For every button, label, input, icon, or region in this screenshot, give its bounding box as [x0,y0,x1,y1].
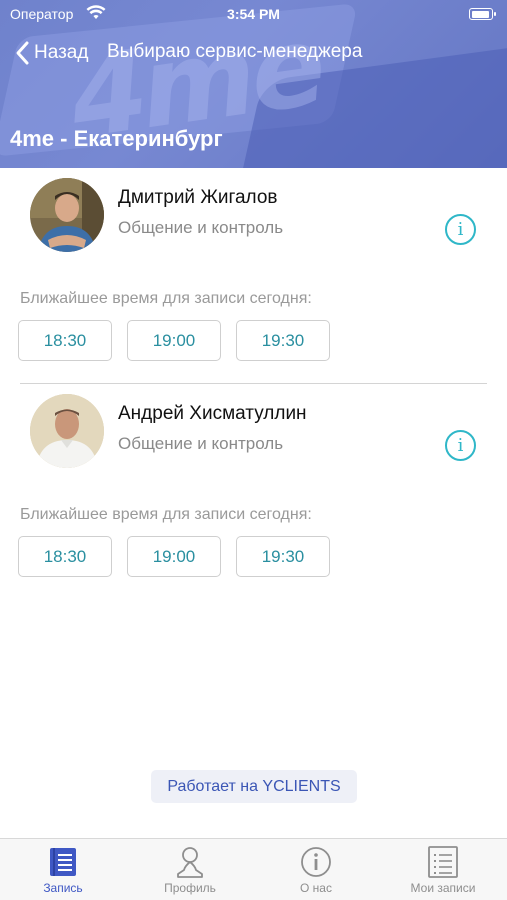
time-slot[interactable]: 19:00 [127,536,221,577]
list-icon [428,846,458,878]
avatar [30,178,104,252]
battery-icon [469,8,496,20]
book-icon [50,848,76,876]
back-label: Назад [34,42,89,63]
tab-label: Мои записи [410,881,476,895]
tab-booking[interactable]: Запись [0,839,126,900]
staff-role: Общение и контроль [118,218,284,237]
back-button[interactable]: Назад [14,38,88,68]
slots-caption: Ближайшее время для записи сегодня: [20,506,312,523]
time-slot[interactable]: 19:00 [127,320,221,361]
header-banner: 4me Оператор 3:54 PM Назад Выбираю серви… [0,0,507,168]
tab-profile[interactable]: Профиль [127,839,253,900]
staff-name: Дмитрий Жигалов [118,187,278,208]
slots-caption: Ближайшее время для записи сегодня: [20,290,312,307]
tab-label: Запись [43,881,83,895]
time-slot[interactable]: 18:30 [18,320,112,361]
person-icon [177,847,203,878]
info-icon[interactable]: i [445,430,476,461]
tab-label: О нас [300,881,332,895]
staff-card[interactable]: Дмитрий Жигалов Общение и контроль i Бли… [0,168,507,384]
tab-label: Профиль [164,881,216,895]
time-slot[interactable]: 19:30 [236,536,330,577]
staff-photo [30,178,104,252]
page-title: Выбираю сервис-менеджера [107,41,363,62]
time-slot[interactable]: 18:30 [18,536,112,577]
tab-about[interactable]: О нас [253,839,379,900]
avatar [30,394,104,468]
tab-my-bookings[interactable]: Мои записи [380,839,506,900]
clock: 3:54 PM [227,6,280,22]
staff-card[interactable]: Андрей Хисматуллин Общение и контроль i … [0,384,507,600]
chevron-left-icon [16,41,29,65]
status-bar: Оператор 3:54 PM [0,0,507,28]
time-slot[interactable]: 19:30 [236,320,330,361]
salon-name: 4me - Екатеринбург [10,126,223,151]
info-icon [301,847,331,877]
staff-photo [30,394,104,468]
tab-bar: Запись Профиль О нас Мои записи [0,838,507,900]
staff-name: Андрей Хисматуллин [118,403,307,424]
info-icon[interactable]: i [445,214,476,245]
powered-by-link[interactable]: Работает на YCLIENTS [151,770,357,803]
staff-role: Общение и контроль [118,434,284,453]
